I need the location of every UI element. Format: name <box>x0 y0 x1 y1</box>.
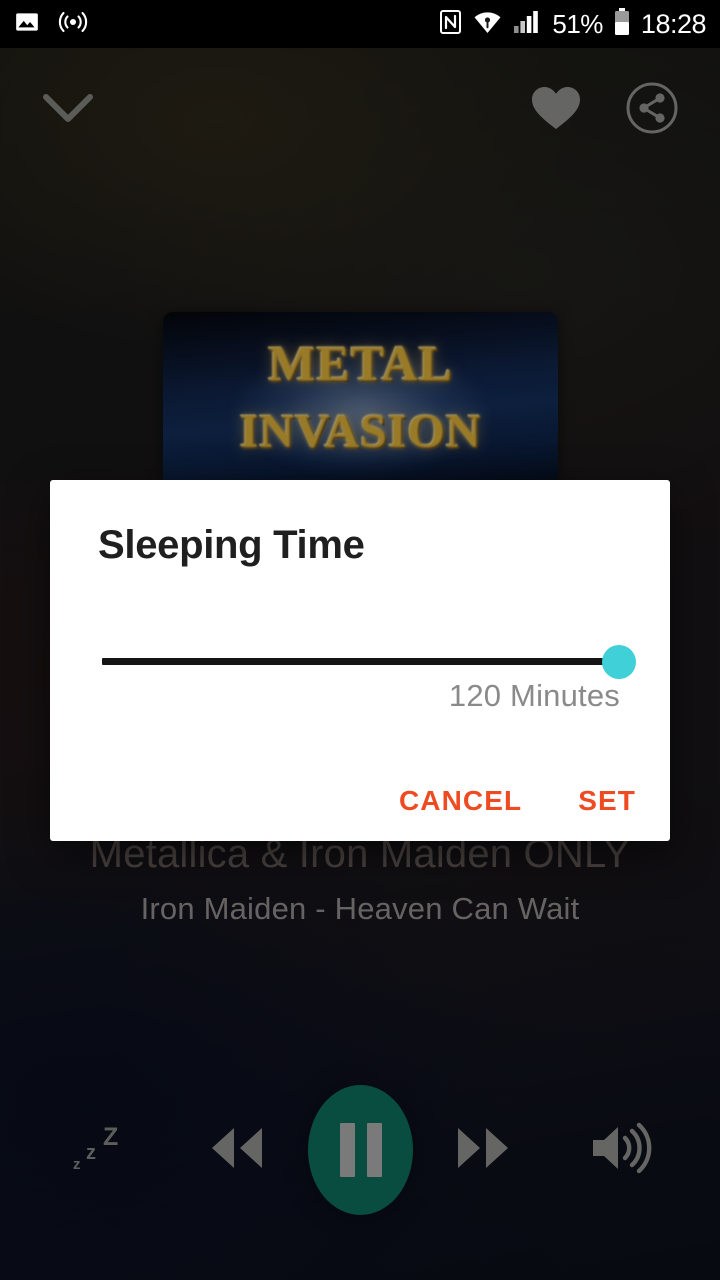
status-bar-left <box>14 9 88 40</box>
clock-label: 18:28 <box>640 8 707 39</box>
status-bar-right: 51% 18:28 <box>439 7 707 41</box>
sleeping-time-dialog: Sleeping Time 120 Minutes CANCEL SET <box>50 480 670 841</box>
signal-icon <box>513 9 541 40</box>
image-icon <box>14 9 40 40</box>
battery-percent-label: 51% <box>552 8 603 39</box>
sleep-duration-slider[interactable] <box>102 642 668 682</box>
cast-icon <box>58 9 88 40</box>
slider-value-label: 120 Minutes <box>448 678 620 713</box>
nfc-icon <box>439 9 462 40</box>
set-button[interactable]: SET <box>578 785 636 817</box>
cancel-button[interactable]: CANCEL <box>399 785 522 817</box>
slider-track[interactable] <box>102 658 618 665</box>
status-bar: 51% 18:28 <box>0 0 720 48</box>
dialog-title: Sleeping Time <box>98 523 365 567</box>
battery-icon <box>614 7 630 41</box>
dialog-actions: CANCEL SET <box>399 785 636 817</box>
slider-thumb[interactable] <box>602 645 636 679</box>
wifi-icon <box>473 9 502 40</box>
app-screen: 51% 18:28 METAL INVASION Metallica & Iro… <box>0 0 720 1280</box>
